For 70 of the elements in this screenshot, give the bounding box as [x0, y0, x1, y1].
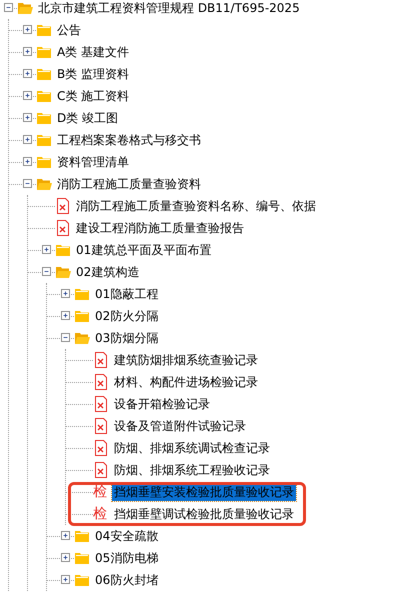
expand-icon[interactable] [23, 135, 32, 144]
expand-icon[interactable] [23, 113, 32, 122]
tree-item[interactable]: D类 竣工图 [55, 110, 120, 126]
form-icon: 检 [93, 506, 109, 522]
spreadsheet-file-icon [93, 418, 109, 434]
expand-icon[interactable] [61, 531, 70, 540]
tree-item[interactable]: 挡烟垂壁调试检验批质量验收记录 [112, 506, 296, 522]
tree-item[interactable]: 设备及管道附件试验记录 [112, 418, 248, 434]
tree-item[interactable]: 防烟、排烟系统调试检查记录 [112, 440, 272, 456]
folder-icon [55, 242, 71, 258]
expand-icon[interactable] [23, 47, 32, 56]
tree-item[interactable]: 03防烟分隔 [93, 330, 160, 346]
folder-icon [36, 66, 52, 82]
form-icon: 检 [93, 484, 109, 500]
tree-item[interactable]: 工程档案案卷格式与移交书 [55, 132, 203, 148]
expand-icon[interactable] [61, 553, 70, 562]
tree-item[interactable]: 建设工程消防施工质量查验报告 [74, 220, 246, 236]
folder-icon [36, 132, 52, 148]
spreadsheet-file-icon [93, 396, 109, 412]
tree-item[interactable]: 公告 [55, 22, 83, 38]
spreadsheet-file-icon [93, 374, 109, 390]
open-folder-icon [17, 0, 33, 16]
tree-item[interactable]: 消防工程施工质量查验资料 [55, 176, 203, 192]
tree-item[interactable]: 设备开箱检验记录 [112, 396, 212, 412]
tree-item[interactable]: 防烟、排烟系统工程验收记录 [112, 462, 272, 478]
expand-icon[interactable] [23, 25, 32, 34]
collapse-icon[interactable] [61, 333, 70, 342]
expand-icon[interactable] [42, 245, 51, 254]
tree-item[interactable]: 02建筑构造 [74, 264, 142, 280]
tree-item[interactable]: 建筑防烟排烟系统查验记录 [112, 352, 260, 368]
tree-item[interactable]: 北京市建筑工程资料管理规程 DB11/T695-2025 [36, 0, 302, 16]
tree-item[interactable]: A类 基建文件 [55, 44, 132, 60]
folder-icon [36, 154, 52, 170]
expand-icon[interactable] [61, 575, 70, 584]
expand-icon[interactable] [23, 91, 32, 100]
tree-item[interactable]: 消防工程施工质量查验资料名称、编号、依据 [74, 198, 318, 214]
folder-icon [36, 110, 52, 126]
open-folder-icon [55, 264, 71, 280]
tree-item[interactable]: 01隐蔽工程 [93, 286, 160, 302]
tree-item[interactable]: C类 施工资料 [55, 88, 132, 104]
open-folder-icon [36, 176, 52, 192]
open-folder-icon [74, 330, 90, 346]
spreadsheet-file-icon [93, 462, 109, 478]
expand-icon[interactable] [61, 311, 70, 320]
folder-icon [74, 550, 90, 566]
tree-item[interactable]: B类 监理资料 [55, 66, 132, 82]
tree-item[interactable]: 材料、构配件进场检验记录 [112, 374, 260, 390]
folder-icon [36, 44, 52, 60]
tree-item[interactable]: 06防火封堵 [93, 572, 160, 588]
collapse-icon[interactable] [23, 179, 32, 188]
folder-icon [74, 308, 90, 324]
tree-item[interactable]: 02防火分隔 [93, 308, 160, 324]
expand-icon[interactable] [23, 69, 32, 78]
folder-icon [74, 286, 90, 302]
folder-icon [74, 528, 90, 544]
collapse-icon[interactable] [42, 267, 51, 276]
spreadsheet-file-icon [93, 440, 109, 456]
folder-icon [36, 88, 52, 104]
spreadsheet-file-icon [55, 198, 71, 214]
spreadsheet-file-icon [93, 352, 109, 368]
expand-icon[interactable] [23, 157, 32, 166]
spreadsheet-file-icon [55, 220, 71, 236]
folder-icon [74, 572, 90, 588]
expand-icon[interactable] [61, 289, 70, 298]
tree-item[interactable]: 资料管理清单 [55, 154, 131, 170]
tree-item[interactable]: 04安全疏散 [93, 528, 160, 544]
tree-item[interactable]: 01建筑总平面及平面布置 [74, 242, 214, 258]
collapse-icon[interactable] [4, 3, 13, 12]
folder-icon [36, 22, 52, 38]
tree-item[interactable]: 05消防电梯 [93, 550, 160, 566]
